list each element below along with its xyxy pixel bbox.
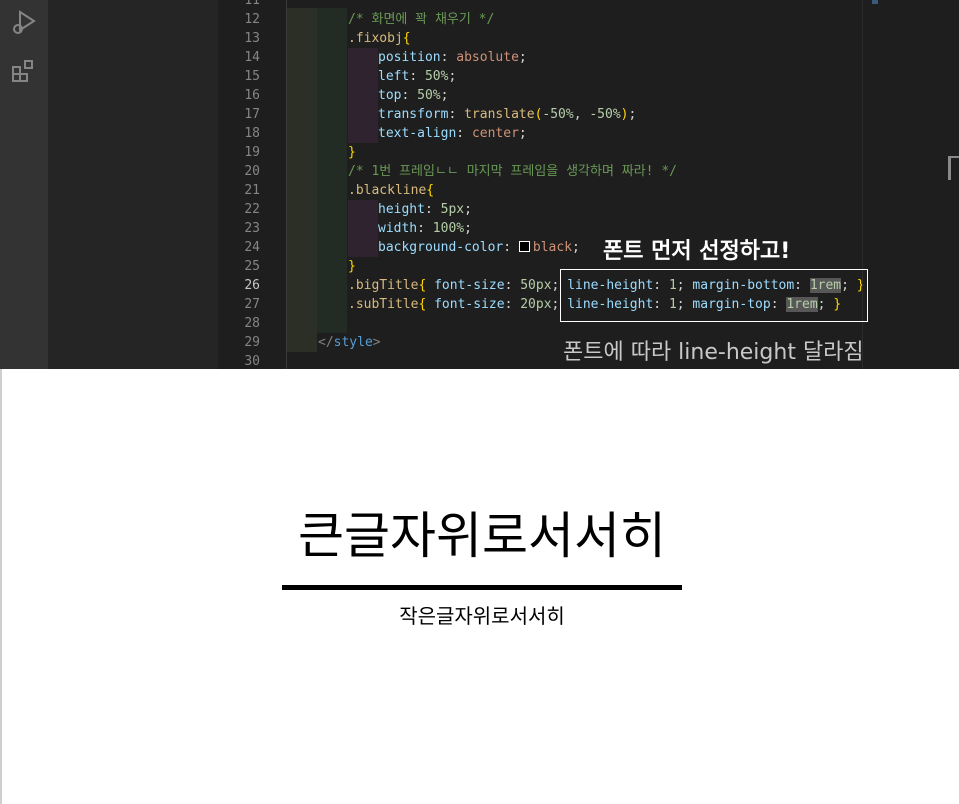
code-line-25[interactable]: } (348, 257, 356, 276)
code-line-18[interactable]: text-align: center; (378, 124, 527, 143)
css-selector: .bigTitle (348, 278, 419, 293)
code-line-17[interactable]: transform: translate(-50%, -50%); (378, 105, 636, 124)
css-brace: { (426, 183, 435, 198)
css-value: 50px (520, 278, 552, 293)
code-line-20[interactable]: /* 1번 프레임ㄴㄴ 마지막 프레임을 생각하며 짜라! */ (348, 162, 677, 181)
css-value: 50% (424, 69, 449, 84)
code-line-29[interactable]: </style> (318, 333, 381, 352)
black-line (282, 585, 682, 590)
line-number: 19 (244, 145, 260, 160)
code-line-12[interactable]: /* 화면에 꽉 채우기 */ (348, 10, 494, 29)
line-number: 13 (244, 31, 260, 46)
css-property: width (378, 221, 418, 236)
big-title: 큰글자위로서서히 (298, 507, 666, 565)
line-number: 22 (244, 202, 260, 217)
code-comment: /* 1번 프레임ㄴㄴ 마지막 프레임을 생각하며 짜라! */ (348, 164, 677, 179)
css-property: left (378, 69, 410, 84)
run-debug-icon[interactable] (10, 8, 38, 36)
line-number: 29 (244, 335, 260, 350)
sub-title: 작은글자위로서서히 (399, 604, 565, 628)
code-line-24[interactable]: background-color: black; (378, 238, 580, 257)
side-panel (48, 0, 218, 369)
line-number: 14 (244, 50, 260, 65)
css-value: center (471, 126, 519, 141)
line-number: 18 (244, 126, 260, 141)
css-value: -50% (542, 107, 574, 122)
css-selector: .subTitle (348, 297, 419, 312)
css-selector: .blackline (348, 183, 427, 198)
line-number: 15 (244, 69, 260, 84)
code-line-19[interactable]: } (348, 143, 356, 162)
indent-guide (348, 238, 378, 257)
indent-guide (317, 8, 347, 333)
line-number: 27 (244, 297, 260, 312)
line-number: 23 (244, 221, 260, 236)
indent-guide (348, 86, 378, 105)
activity-bar (0, 0, 48, 369)
color-swatch[interactable] (518, 241, 530, 252)
css-property: height (378, 202, 425, 217)
code-line-21[interactable]: .blackline{ (348, 181, 434, 200)
css-value: 20px (520, 297, 552, 312)
css-property: top (378, 88, 402, 103)
line-number-active: 26 (244, 278, 260, 293)
css-selector: .fixobj (348, 31, 403, 46)
code-editor: 11 12 13 14 15 16 17 18 19 20 21 22 23 2… (0, 0, 959, 369)
annotation-subtitle: 폰트에 따라 line-height 달라짐 (563, 340, 864, 365)
css-value: 100% (432, 221, 465, 236)
annotation-title: 폰트 먼저 선정하고! (603, 239, 791, 264)
annotation-highlight-box (560, 269, 868, 322)
indent-guide (348, 124, 378, 143)
line-number: 30 (244, 354, 260, 369)
code-line-14[interactable]: position: absolute; (378, 48, 527, 67)
line-number: 25 (244, 259, 260, 274)
minimap-indicator[interactable] (872, 0, 878, 4)
css-property: position (378, 50, 441, 65)
css-value: 5px (440, 202, 465, 217)
html-tag: style (333, 335, 373, 350)
code-line-23[interactable]: width: 100%; (378, 219, 472, 238)
indent-guide (348, 219, 378, 238)
css-brace: { (402, 31, 411, 46)
indent-guide (348, 200, 378, 219)
css-value: absolute (456, 50, 519, 65)
css-property: background-color (378, 240, 504, 255)
css-value: black (532, 240, 573, 255)
line-number: 11 (244, 0, 260, 8)
indent-guide (348, 67, 378, 86)
extensions-icon[interactable] (10, 57, 38, 85)
line-number: 12 (244, 12, 260, 27)
line-number: 16 (244, 88, 260, 103)
css-value: 50% (417, 88, 441, 103)
browser-preview: 큰글자위로서서히 작은글자위로서서히 (0, 369, 959, 804)
css-property: font-size (434, 297, 505, 312)
line-number: 17 (244, 107, 260, 122)
line-number: 20 (244, 164, 260, 179)
text-cursor (948, 156, 959, 180)
css-function: translate (464, 107, 535, 122)
code-line-15[interactable]: left: 50%; (378, 67, 456, 86)
indent-guide (348, 105, 378, 124)
css-brace: } (348, 259, 356, 274)
indent-guide (287, 8, 317, 352)
code-line-22[interactable]: height: 5px; (378, 200, 472, 219)
css-brace: } (348, 145, 356, 160)
css-value: -50% (589, 107, 621, 122)
css-property: font-size (434, 278, 505, 293)
code-comment: /* 화면에 꽉 채우기 */ (348, 12, 495, 27)
line-number: 28 (244, 316, 260, 331)
indent-guide (348, 48, 378, 67)
line-number: 24 (244, 240, 260, 255)
line-number: 21 (244, 183, 260, 198)
code-line-16[interactable]: top: 50%; (378, 86, 448, 105)
css-property: text-align (378, 126, 457, 141)
code-line-13[interactable]: .fixobj{ (348, 29, 411, 48)
css-property: transform (378, 107, 449, 122)
